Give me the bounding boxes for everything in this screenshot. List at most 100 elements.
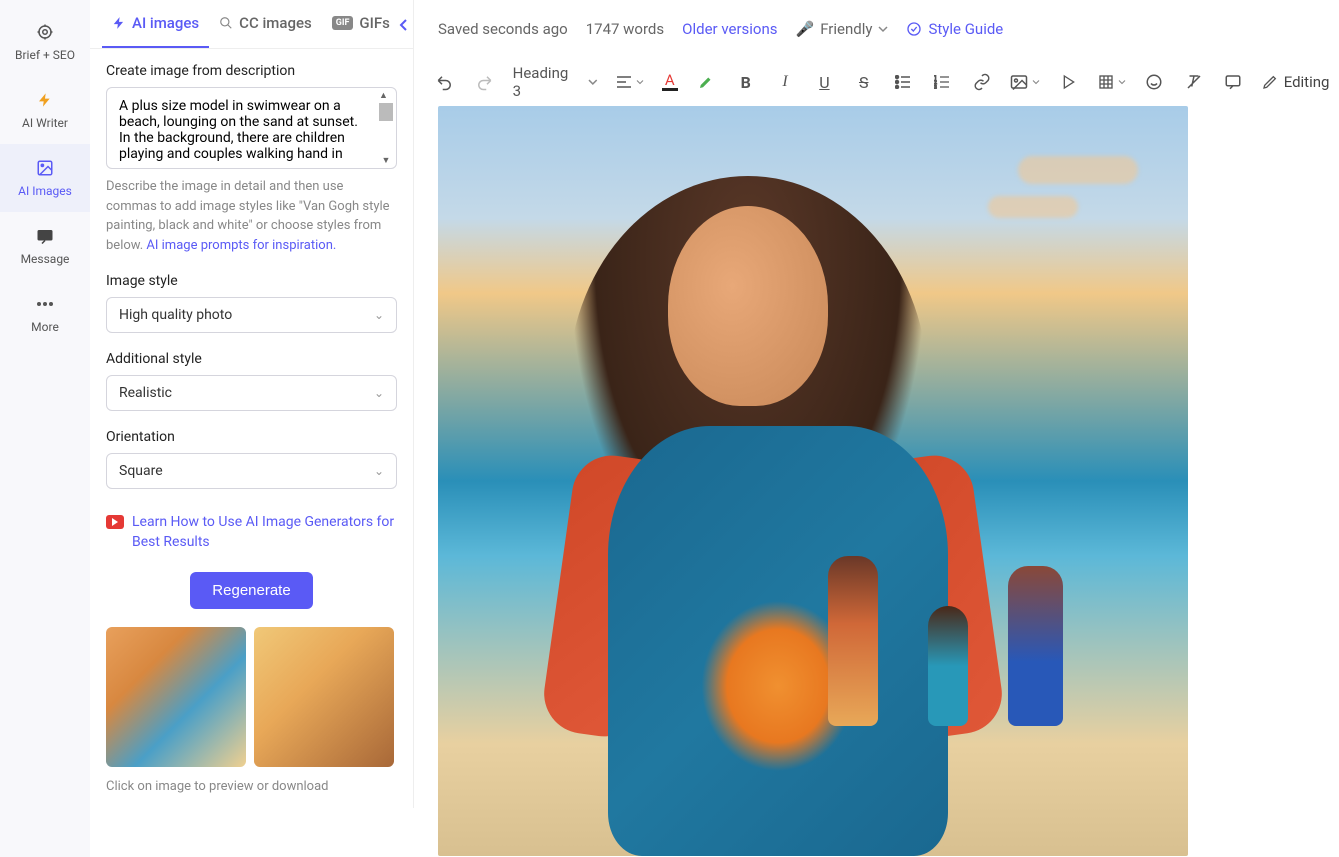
collapse-panel-button[interactable] bbox=[392, 10, 416, 40]
textarea-scrollbar[interactable]: ▲ ▼ bbox=[378, 90, 394, 166]
description-input[interactable] bbox=[107, 88, 396, 164]
svg-text:3: 3 bbox=[934, 85, 937, 89]
tab-label: CC images bbox=[239, 14, 312, 32]
underline-button[interactable]: U bbox=[814, 71, 835, 93]
strikethrough-button[interactable]: S bbox=[853, 71, 874, 93]
align-picker[interactable] bbox=[616, 75, 644, 89]
result-thumb-1[interactable] bbox=[106, 627, 246, 767]
microphone-icon: 🎤 bbox=[796, 20, 815, 38]
editor-canvas[interactable] bbox=[414, 106, 1339, 857]
comment-button[interactable] bbox=[1222, 71, 1243, 93]
generated-image[interactable] bbox=[438, 106, 1188, 856]
nav-ai-writer[interactable]: AI Writer bbox=[0, 76, 90, 144]
chevron-down-icon bbox=[1118, 79, 1126, 85]
saved-status: Saved seconds ago bbox=[438, 20, 568, 38]
bold-button[interactable]: B bbox=[735, 71, 756, 93]
redo-button[interactable] bbox=[473, 71, 494, 93]
chevron-down-icon bbox=[636, 79, 644, 85]
additional-style-select[interactable]: Realistic ⌄ bbox=[106, 375, 397, 411]
tone-picker[interactable]: 🎤 Friendly bbox=[796, 20, 889, 38]
tab-ai-images[interactable]: AI images bbox=[102, 0, 209, 48]
align-left-icon bbox=[616, 75, 632, 89]
image-icon bbox=[1010, 74, 1028, 90]
search-icon bbox=[219, 16, 233, 30]
results-thumbnails bbox=[106, 627, 397, 767]
play-icon bbox=[1061, 74, 1077, 90]
additional-style-label: Additional style bbox=[106, 351, 397, 367]
editing-mode-button[interactable]: Editing bbox=[1262, 73, 1330, 91]
select-value: High quality photo bbox=[119, 307, 232, 323]
result-thumb-2[interactable] bbox=[254, 627, 394, 767]
chevron-down-icon: ⌄ bbox=[374, 308, 384, 322]
number-list-button[interactable]: 123 bbox=[932, 71, 953, 93]
chevron-down-icon bbox=[588, 78, 598, 86]
chevron-down-icon bbox=[878, 25, 888, 33]
bullet-list-icon bbox=[895, 75, 911, 89]
comment-icon bbox=[1224, 73, 1242, 91]
tab-gifs[interactable]: GIF GIFs bbox=[322, 0, 400, 48]
check-circle-icon bbox=[906, 21, 922, 37]
italic-button[interactable]: I bbox=[774, 71, 795, 93]
nav-brief-seo[interactable]: Brief + SEO bbox=[0, 8, 90, 76]
prompts-link[interactable]: AI image prompts for inspiration. bbox=[146, 238, 336, 253]
emoji-icon bbox=[1145, 73, 1163, 91]
chevron-down-icon: ⌄ bbox=[374, 464, 384, 478]
clear-format-icon bbox=[1185, 73, 1203, 91]
youtube-icon bbox=[106, 515, 124, 529]
older-versions-link[interactable]: Older versions bbox=[682, 20, 777, 38]
style-select[interactable]: High quality photo ⌄ bbox=[106, 297, 397, 333]
more-icon bbox=[35, 294, 55, 314]
tab-cc-images[interactable]: CC images bbox=[209, 0, 322, 48]
style-guide-link[interactable]: Style Guide bbox=[906, 20, 1003, 38]
clear-format-button[interactable] bbox=[1183, 71, 1204, 93]
video-button[interactable] bbox=[1058, 71, 1079, 93]
create-label: Create image from description bbox=[106, 63, 397, 79]
select-value: Realistic bbox=[119, 385, 172, 401]
message-icon bbox=[35, 226, 55, 246]
editor-topbar: Saved seconds ago 1747 words Older versi… bbox=[414, 0, 1339, 58]
chevron-down-icon: ⌄ bbox=[374, 386, 384, 400]
tab-label: GIFs bbox=[359, 14, 389, 32]
bullet-list-button[interactable] bbox=[892, 71, 913, 93]
nav-label: AI Images bbox=[18, 184, 72, 198]
nav-label: Message bbox=[21, 252, 70, 266]
nav-ai-images[interactable]: AI Images bbox=[0, 144, 90, 212]
highlight-button[interactable] bbox=[696, 71, 717, 93]
text-color-button[interactable]: A bbox=[662, 73, 678, 91]
heading-select[interactable]: Heading 3 bbox=[513, 64, 598, 100]
description-hint: Describe the image in detail and then us… bbox=[106, 177, 397, 255]
nav-label: Brief + SEO bbox=[15, 48, 75, 62]
bolt-icon bbox=[112, 16, 126, 30]
chevron-left-icon bbox=[399, 18, 409, 32]
gif-badge-icon: GIF bbox=[332, 16, 354, 30]
word-count: 1747 words bbox=[586, 20, 664, 38]
image-icon bbox=[35, 158, 55, 178]
panel-tabs: AI images CC images GIF GIFs bbox=[90, 0, 413, 49]
editor-toolbar: Heading 3 A B I U S 123 Editing bbox=[414, 58, 1339, 106]
style-label: Image style bbox=[106, 273, 397, 289]
image-insert-button[interactable] bbox=[1010, 74, 1040, 90]
nav-message[interactable]: Message bbox=[0, 212, 90, 280]
undo-button[interactable] bbox=[434, 71, 455, 93]
table-icon bbox=[1098, 74, 1114, 90]
nav-label: More bbox=[31, 320, 59, 334]
thumb-hint: Click on image to preview or download bbox=[106, 779, 397, 794]
link-button[interactable] bbox=[971, 71, 992, 93]
number-list-icon: 123 bbox=[934, 75, 950, 89]
learn-link[interactable]: Learn How to Use AI Image Generators for… bbox=[106, 513, 397, 552]
ai-images-panel: AI images CC images GIF GIFs Create imag… bbox=[90, 0, 414, 808]
nav-label: AI Writer bbox=[22, 116, 68, 130]
target-icon bbox=[35, 22, 55, 42]
highlighter-icon bbox=[697, 73, 715, 91]
left-nav: Brief + SEO AI Writer AI Images Message … bbox=[0, 0, 90, 857]
bolt-icon bbox=[35, 90, 55, 110]
orientation-label: Orientation bbox=[106, 429, 397, 445]
emoji-button[interactable] bbox=[1144, 71, 1165, 93]
editor-main: Saved seconds ago 1747 words Older versi… bbox=[414, 0, 1339, 857]
nav-more[interactable]: More bbox=[0, 280, 90, 348]
chevron-down-icon bbox=[1032, 79, 1040, 85]
table-button[interactable] bbox=[1098, 74, 1126, 90]
orientation-select[interactable]: Square ⌄ bbox=[106, 453, 397, 489]
select-value: Square bbox=[119, 463, 163, 479]
regenerate-button[interactable]: Regenerate bbox=[190, 572, 312, 609]
